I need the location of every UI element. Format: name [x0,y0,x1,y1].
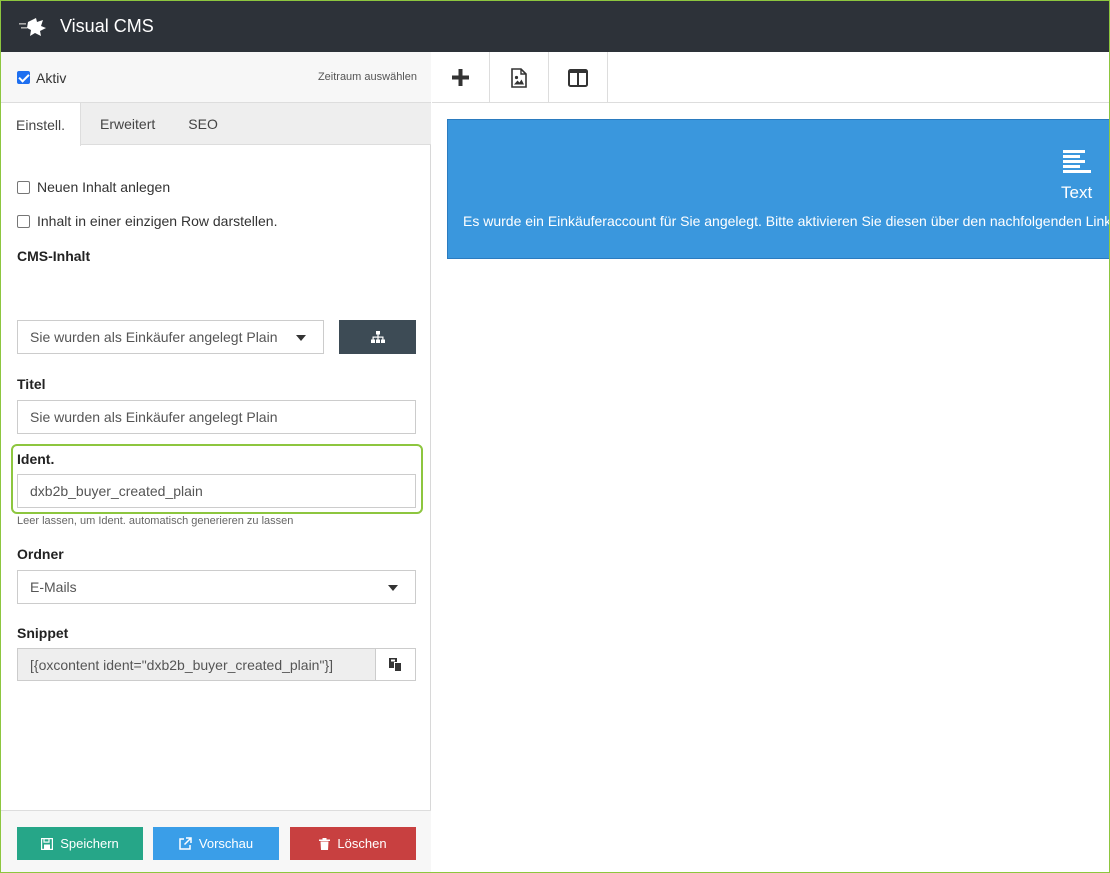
tab-settings[interactable]: Einstell. [1,103,82,146]
folder-label: Ordner [17,546,64,562]
app-header: Visual CMS [1,1,1109,52]
add-columns-button[interactable] [549,52,608,103]
editor-canvas: Text Es wurde ein Einkäuferaccount für S… [432,103,1110,872]
floppy-disk-icon [41,837,54,850]
visual-cms-logo-icon [19,17,46,36]
new-content-option[interactable]: Neuen Inhalt anlegen [17,179,170,195]
active-label: Aktiv [36,69,67,86]
cms-content-select[interactable]: Sie wurden als Einkäufer angelegt Plain [17,320,324,354]
text-content-block[interactable]: Text Es wurde ein Einkäuferaccount für S… [447,119,1110,259]
delete-label: Löschen [337,836,387,851]
columns-icon [568,68,588,87]
single-row-option[interactable]: Inhalt in einer einzigen Row darstellen. [17,213,277,229]
snippet-value[interactable]: [{oxcontent ident="dxb2b_buyer_created_p… [18,649,376,680]
add-element-button[interactable] [432,52,490,103]
image-file-icon [511,67,527,88]
ident-label: Ident. [17,451,55,467]
tab-advanced[interactable]: Erweitert [81,103,170,145]
new-content-checkbox[interactable] [17,180,30,194]
select-period-link[interactable]: Zeitraum auswählen [318,71,417,83]
plus-icon [452,69,469,86]
chevron-down-icon [388,585,398,591]
active-checkbox[interactable] [17,71,30,85]
chevron-down-icon [296,335,306,341]
folder-select[interactable]: E-Mails [17,570,416,604]
preview-button[interactable]: Vorschau [153,827,279,860]
save-label: Speichern [60,836,119,851]
tab-seo[interactable]: SEO [170,103,233,145]
sitemap-icon [370,331,385,343]
settings-tabs: Einstell. Erweitert SEO [1,103,431,146]
editor-toolbar [432,52,1109,103]
app-title: Visual CMS [60,16,154,36]
single-row-label: Inhalt in einer einzigen Row darstellen. [37,213,278,229]
snippet-field: [{oxcontent ident="dxb2b_buyer_created_p… [17,648,416,681]
copy-snippet-button[interactable] [376,649,415,680]
copy-icon [389,657,402,672]
action-bar: Speichern Vorschau Löschen [1,810,431,872]
block-type-label: Text [1061,183,1093,202]
snippet-label: Snippet [17,625,69,641]
active-row: Aktiv Zeitraum auswählen [1,52,431,103]
settings-panel: Aktiv Zeitraum auswählen Einstell. Erwei… [1,52,431,872]
cms-content-label: CMS-Inhalt [17,248,91,264]
app-window: Visual CMS Aktiv Zeitraum auswählen Eins… [0,0,1110,873]
add-image-button[interactable] [490,52,549,103]
cms-content-value: Sie wurden als Einkäufer angelegt Plain [30,329,278,345]
save-button[interactable]: Speichern [17,827,143,860]
title-value: Sie wurden als Einkäufer angelegt Plain [30,409,278,425]
single-row-checkbox[interactable] [17,214,30,228]
ident-input[interactable]: dxb2b_buyer_created_plain [17,474,416,508]
align-left-icon [1063,150,1091,173]
external-link-icon [179,837,192,850]
ident-help-text: Leer lassen, um Ident. automatisch gener… [17,515,294,527]
folder-value: E-Mails [30,579,77,595]
preview-label: Vorschau [198,836,254,851]
active-toggle[interactable]: Aktiv [17,68,67,86]
trash-icon [319,837,331,850]
ident-value: dxb2b_buyer_created_plain [30,483,203,499]
delete-button[interactable]: Löschen [290,827,416,860]
title-input[interactable]: Sie wurden als Einkäufer angelegt Plain [17,400,416,434]
block-preview-text: Es wurde ein Einkäuferaccount für Sie an… [463,213,1110,229]
sitemap-button[interactable] [339,320,416,354]
title-label: Titel [17,376,46,392]
new-content-label: Neuen Inhalt anlegen [37,179,171,195]
